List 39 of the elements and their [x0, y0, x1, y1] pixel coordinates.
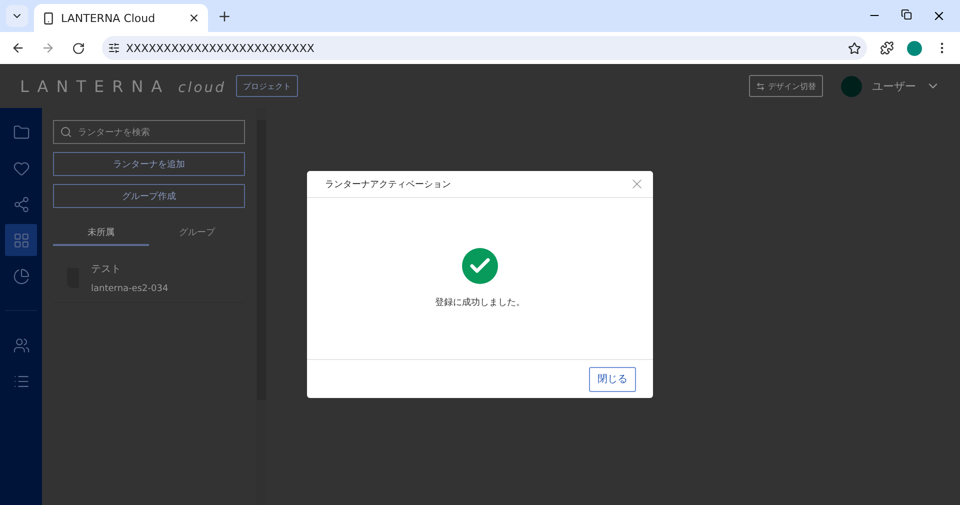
profile-avatar[interactable] — [907, 40, 922, 56]
site-settings-icon[interactable] — [108, 42, 120, 54]
close-icon[interactable] — [932, 9, 946, 23]
device-id: lanterna-es2-034 — [91, 284, 168, 294]
heart-icon — [12, 160, 30, 176]
device-name: テスト — [91, 263, 122, 276]
forward-arrow-icon — [41, 41, 55, 55]
reload-icon — [72, 42, 84, 54]
close-button[interactable]: 閉じる — [589, 366, 636, 392]
panel-button[interactable]: グループ作成 — [53, 184, 245, 208]
folder-icon — [12, 124, 30, 140]
swap-arrows-icon — [756, 82, 765, 90]
share-icon — [12, 196, 30, 212]
close-icon[interactable] — [188, 12, 200, 24]
address-bar[interactable]: XXXXXXXXXXXXXXXXXXXXXXXXX — [102, 36, 867, 60]
design-switch-button[interactable]: デザイン切替 — [749, 75, 823, 97]
device-list-item[interactable]: テスト lanterna-es2-034 — [53, 254, 245, 303]
success-check-icon — [462, 248, 498, 284]
project-button[interactable]: プロジェクト — [236, 75, 298, 97]
panel-tab[interactable]: 未所属 — [53, 220, 149, 246]
dialog-title: ランターナアクティベーション — [325, 178, 452, 190]
search-field[interactable]: ランターナを検索 — [53, 120, 245, 144]
restore-icon[interactable] — [901, 9, 912, 20]
search-input[interactable]: ランターナを検索 — [76, 126, 220, 138]
plus-icon — [216, 8, 232, 24]
success-message: 登録に成功しました。 — [435, 296, 525, 309]
tab-search-button[interactable] — [6, 5, 28, 27]
puzzle-icon — [880, 41, 894, 55]
browser-tab[interactable]: LANTERNA Cloud — [34, 4, 208, 32]
people-icon — [12, 336, 30, 354]
chart-icon — [12, 268, 30, 284]
panel-button[interactable]: ランターナを追加 — [53, 152, 245, 176]
panel-tab[interactable]: グループ — [149, 220, 245, 246]
phone-icon — [42, 12, 55, 24]
grid-icon — [12, 232, 30, 248]
user-name[interactable]: ユーザー — [872, 78, 916, 94]
bookmark-star-icon[interactable] — [848, 42, 861, 54]
brand-logo: LANTERNA cloud — [20, 76, 226, 96]
search-icon — [60, 126, 72, 138]
